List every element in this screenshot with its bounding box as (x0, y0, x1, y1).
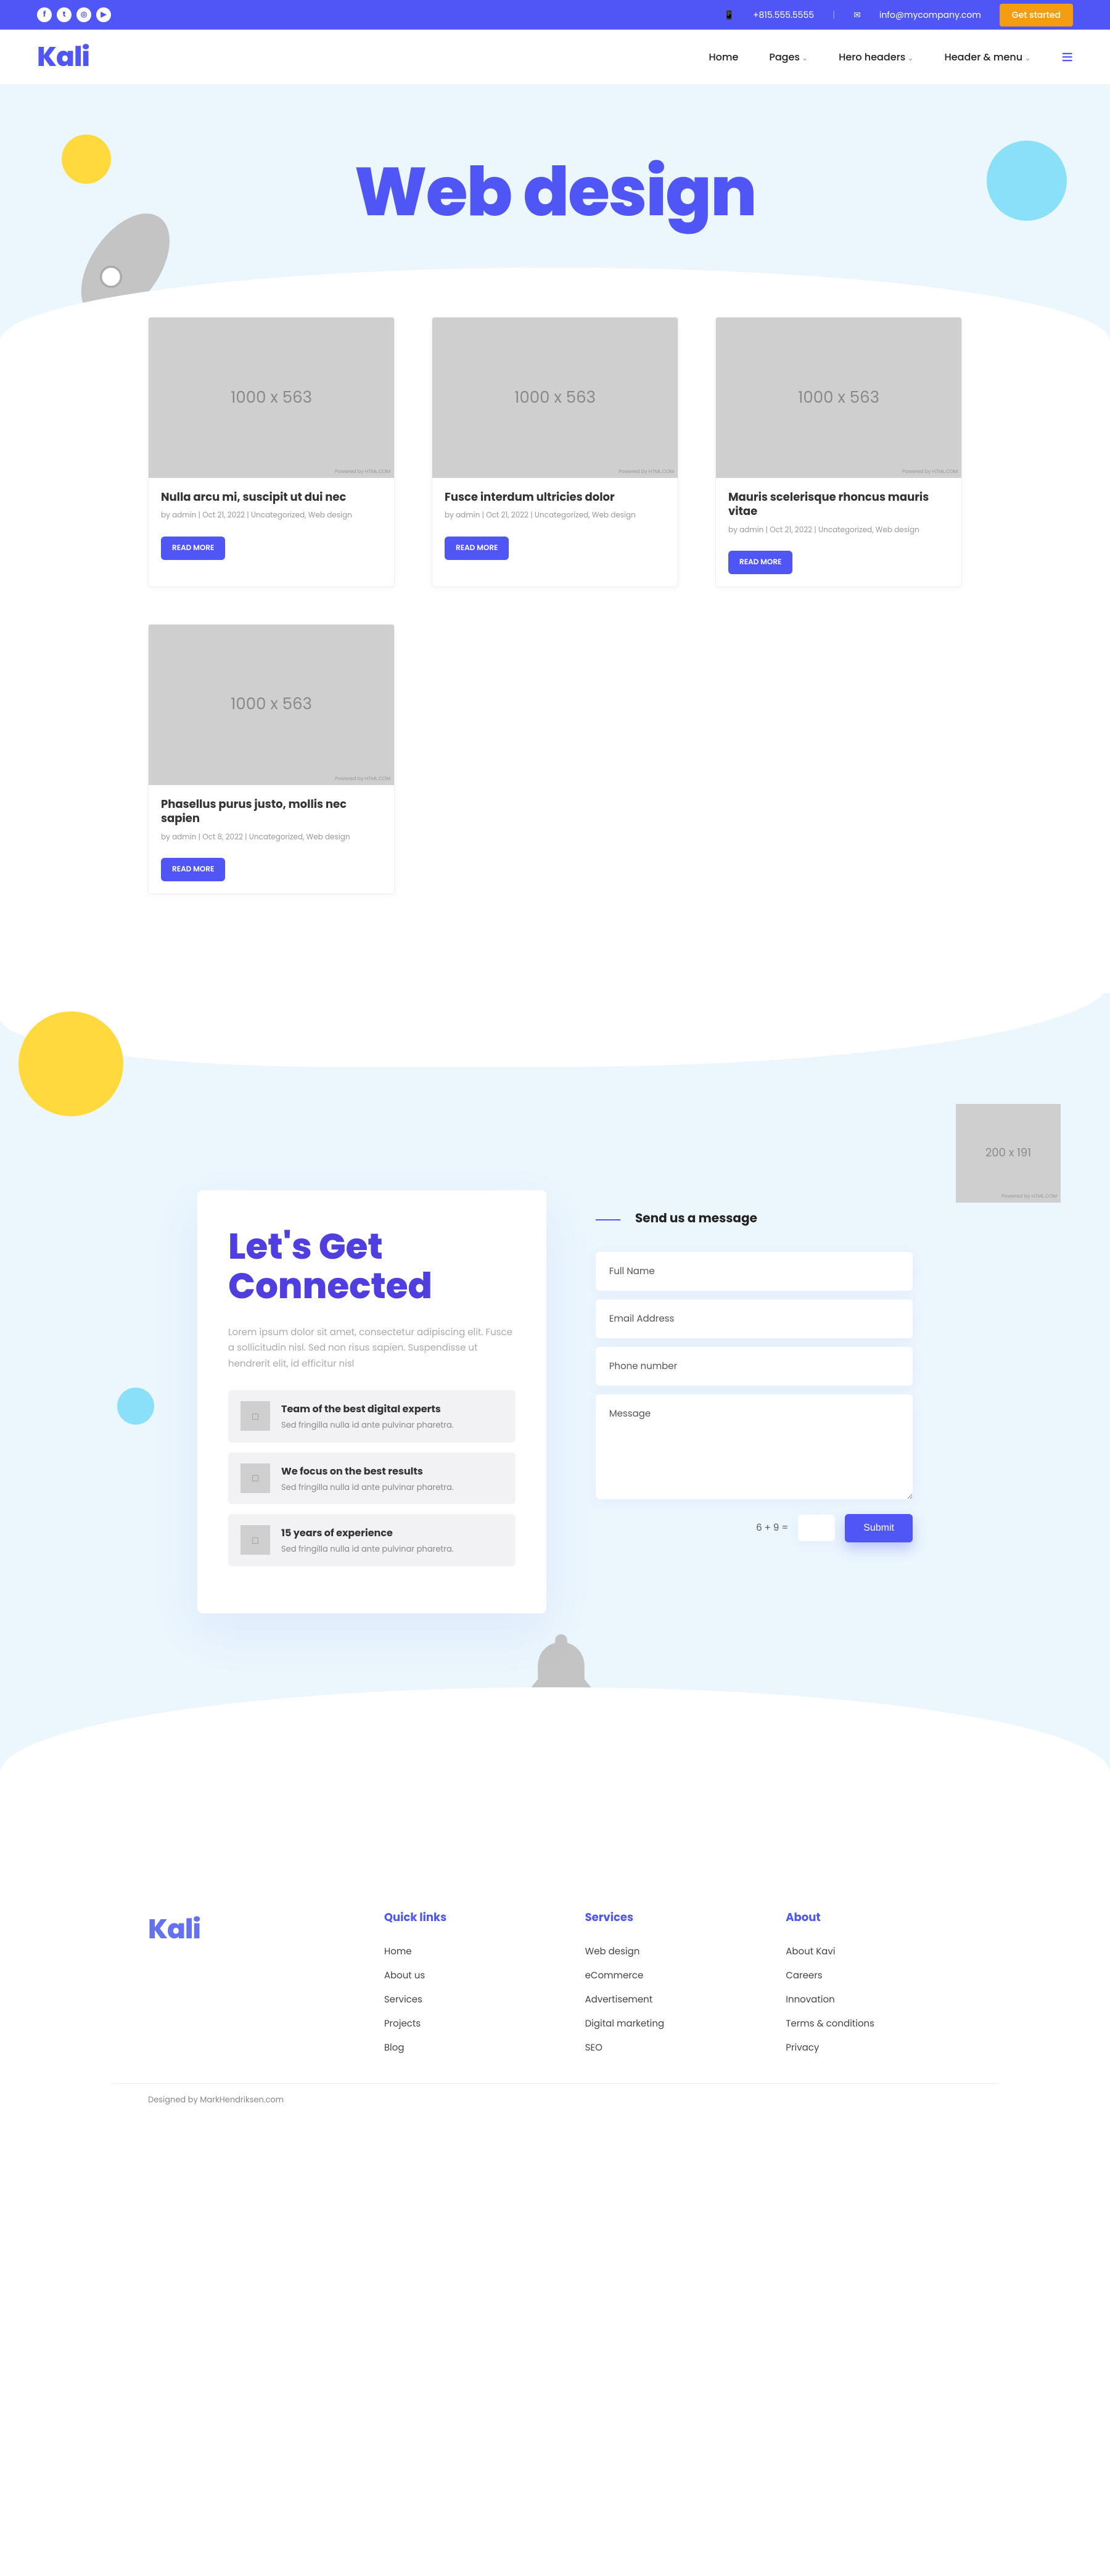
footer-link[interactable]: Services (384, 1993, 561, 2007)
submit-button[interactable]: Submit (845, 1514, 913, 1542)
feature-icon: □ (240, 1525, 270, 1555)
posts-grid: 1000 x 563 Nulla arcu mi, suscipit ut du… (111, 317, 999, 894)
navbar: Kali Home Pages Hero headers Header & me… (0, 30, 1110, 85)
footer-column: About About Kavi Careers Innovation Term… (786, 1909, 962, 2065)
footer-link[interactable]: About us (384, 1969, 561, 1983)
social-icons: f t ◎ ▶ (37, 7, 111, 22)
message-field[interactable] (596, 1394, 913, 1499)
hamburger-icon[interactable]: ≡ (1061, 43, 1073, 72)
footer-link[interactable]: Blog (384, 2041, 561, 2055)
separator: | (832, 9, 835, 22)
footer-column: Services Web design eCommerce Advertisem… (585, 1909, 762, 2065)
get-started-button[interactable]: Get started (1000, 4, 1073, 27)
footer-link[interactable]: Projects (384, 2017, 561, 2031)
footer-column: Quick links Home About us Services Proje… (384, 1909, 561, 2065)
footer: Kali Quick links Home About us Services … (111, 1885, 999, 2083)
contact-heading: Let's Get Connected (228, 1227, 516, 1306)
feature-title: Team of the best digital experts (281, 1401, 454, 1417)
captcha-input[interactable] (798, 1515, 835, 1541)
topbar: f t ◎ ▶ 📱 +815.555.5555 | ✉ info@mycompa… (0, 0, 1110, 30)
footer-link[interactable]: Innovation (786, 1993, 962, 2007)
footer-link[interactable]: Careers (786, 1969, 962, 1983)
form-title: Send us a message (635, 1209, 757, 1227)
copyright: Designed by MarkHendriksen.com (111, 2083, 999, 2125)
phone-icon: 📱 (724, 9, 734, 22)
post-meta: by admin | Oct 8, 2022 | Uncategorized, … (161, 831, 382, 843)
feature-item: □ 15 years of experience Sed fringilla n… (228, 1514, 516, 1566)
post-title[interactable]: Fusce interdum ultricies dolor (445, 490, 665, 504)
feature-icon: □ (240, 1463, 270, 1493)
post-card: 1000 x 563 Phasellus purus justo, mollis… (148, 624, 395, 894)
email-field[interactable] (596, 1299, 913, 1338)
youtube-icon[interactable]: ▶ (96, 7, 111, 22)
read-more-button[interactable]: READ MORE (445, 537, 509, 560)
footer-heading: About (786, 1909, 962, 1926)
feature-title: We focus on the best results (281, 1463, 454, 1479)
nav-hero-headers[interactable]: Hero headers (839, 49, 913, 65)
post-meta: by admin | Oct 21, 2022 | Uncategorized,… (161, 509, 382, 521)
footer-logo[interactable]: Kali (148, 1909, 360, 1949)
contact-subheading: Lorem ipsum dolor sit amet, consectetur … (228, 1325, 516, 1372)
gray-placeholder: 200 x 191 (956, 1104, 1061, 1203)
twitter-icon[interactable]: t (57, 7, 72, 22)
footer-link[interactable]: Web design (585, 1944, 762, 1959)
name-field[interactable] (596, 1252, 913, 1291)
read-more-button[interactable]: READ MORE (161, 858, 225, 881)
wave-decoration (0, 1687, 1110, 1885)
feature-title: 15 years of experience (281, 1525, 454, 1541)
main-nav: Home Pages Hero headers Header & menu (709, 49, 1030, 65)
footer-link[interactable]: SEO (585, 2041, 762, 2055)
nav-home[interactable]: Home (709, 49, 738, 65)
feature-text: Sed fringilla nulla id ante pulvinar pha… (281, 1543, 454, 1555)
feature-text: Sed fringilla nulla id ante pulvinar pha… (281, 1419, 454, 1431)
phone-field[interactable] (596, 1347, 913, 1386)
topbar-phone[interactable]: +815.555.5555 (753, 9, 814, 22)
post-meta: by admin | Oct 21, 2022 | Uncategorized,… (445, 509, 665, 521)
topbar-email[interactable]: info@mycompany.com (879, 9, 981, 22)
nav-header-menu[interactable]: Header & menu (945, 49, 1031, 65)
feature-item: □ We focus on the best results Sed fring… (228, 1452, 516, 1505)
site-logo[interactable]: Kali (37, 37, 89, 77)
post-thumbnail[interactable]: 1000 x 563 (716, 318, 961, 478)
mail-icon: ✉ (853, 9, 861, 22)
captcha-label: 6 + 9 = (756, 1521, 788, 1535)
accent-line (596, 1219, 620, 1220)
footer-link[interactable]: Digital marketing (585, 2017, 762, 2031)
yellow-circle-decoration (18, 1011, 123, 1116)
footer-link[interactable]: Privacy (786, 2041, 962, 2055)
cyan-circle-decoration (117, 1388, 154, 1425)
post-card: 1000 x 563 Nulla arcu mi, suscipit ut du… (148, 317, 395, 587)
footer-heading: Services (585, 1909, 762, 1926)
read-more-button[interactable]: READ MORE (728, 551, 792, 574)
post-thumbnail[interactable]: 1000 x 563 (149, 625, 394, 785)
instagram-icon[interactable]: ◎ (76, 7, 91, 22)
footer-link[interactable]: Terms & conditions (786, 2017, 962, 2031)
footer-link[interactable]: Advertisement (585, 1993, 762, 2007)
sun-decoration (62, 134, 111, 184)
feature-item: □ Team of the best digital experts Sed f… (228, 1390, 516, 1442)
footer-link[interactable]: About Kavi (786, 1944, 962, 1959)
read-more-button[interactable]: READ MORE (161, 537, 225, 560)
feature-icon: □ (240, 1401, 270, 1431)
contact-card: Let's Get Connected Lorem ipsum dolor si… (197, 1190, 546, 1613)
footer-link[interactable]: Home (384, 1944, 561, 1959)
contact-form: Send us a message 6 + 9 = Submit (596, 1190, 913, 1613)
post-card: 1000 x 563 Fusce interdum ultricies dolo… (432, 317, 678, 587)
nav-pages[interactable]: Pages (769, 49, 808, 65)
blue-circle-decoration (987, 141, 1067, 221)
post-title[interactable]: Mauris scelerisque rhoncus mauris vitae (728, 490, 949, 519)
post-thumbnail[interactable]: 1000 x 563 (432, 318, 678, 478)
footer-link[interactable]: eCommerce (585, 1969, 762, 1983)
facebook-icon[interactable]: f (37, 7, 52, 22)
post-title[interactable]: Nulla arcu mi, suscipit ut dui nec (161, 490, 382, 504)
feature-text: Sed fringilla nulla id ante pulvinar pha… (281, 1481, 454, 1494)
contact-section: 200 x 191 Let's Get Connected Lorem ipsu… (0, 993, 1110, 1885)
footer-heading: Quick links (384, 1909, 561, 1926)
post-title[interactable]: Phasellus purus justo, mollis nec sapien (161, 797, 382, 826)
post-meta: by admin | Oct 21, 2022 | Uncategorized,… (728, 524, 949, 536)
post-thumbnail[interactable]: 1000 x 563 (149, 318, 394, 478)
post-card: 1000 x 563 Mauris scelerisque rhoncus ma… (715, 317, 962, 587)
